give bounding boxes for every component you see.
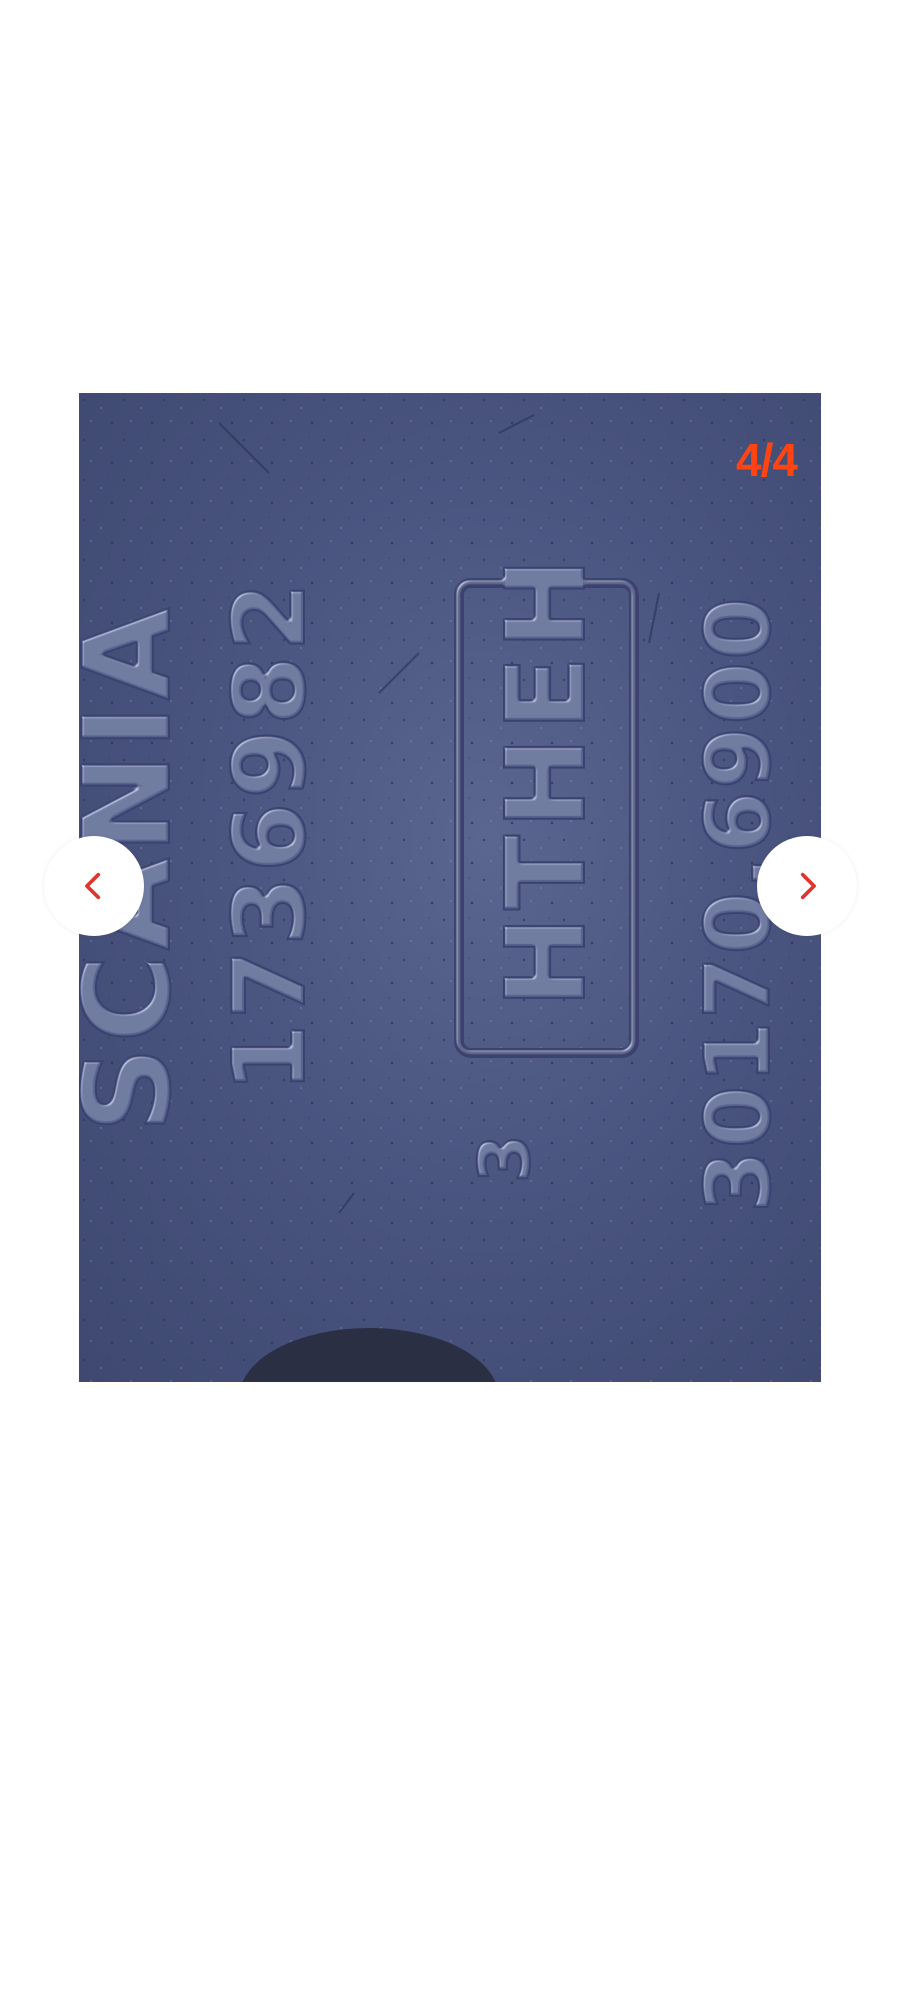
chevron-left-icon [85, 872, 101, 900]
stamp-box-text: HTHEH [482, 552, 610, 1008]
image-viewer: SCANIA 1736982 30170.6900 3 HTHEH 4/4 [0, 0, 900, 2000]
stamp-box: HTHEH [454, 551, 639, 1058]
image-counter: 4/4 [736, 434, 798, 486]
product-photo[interactable]: SCANIA 1736982 30170.6900 3 HTHEH 4/4 [79, 393, 821, 1382]
next-image-button[interactable] [757, 836, 857, 936]
chevron-right-icon [800, 872, 816, 900]
previous-image-button[interactable] [44, 836, 144, 936]
embossed-metal-part-image: SCANIA 1736982 30170.6900 3 HTHEH [79, 393, 821, 1382]
part-number-emboss: 1736982 [211, 578, 328, 1093]
small-code-emboss: 3 [464, 1134, 546, 1183]
